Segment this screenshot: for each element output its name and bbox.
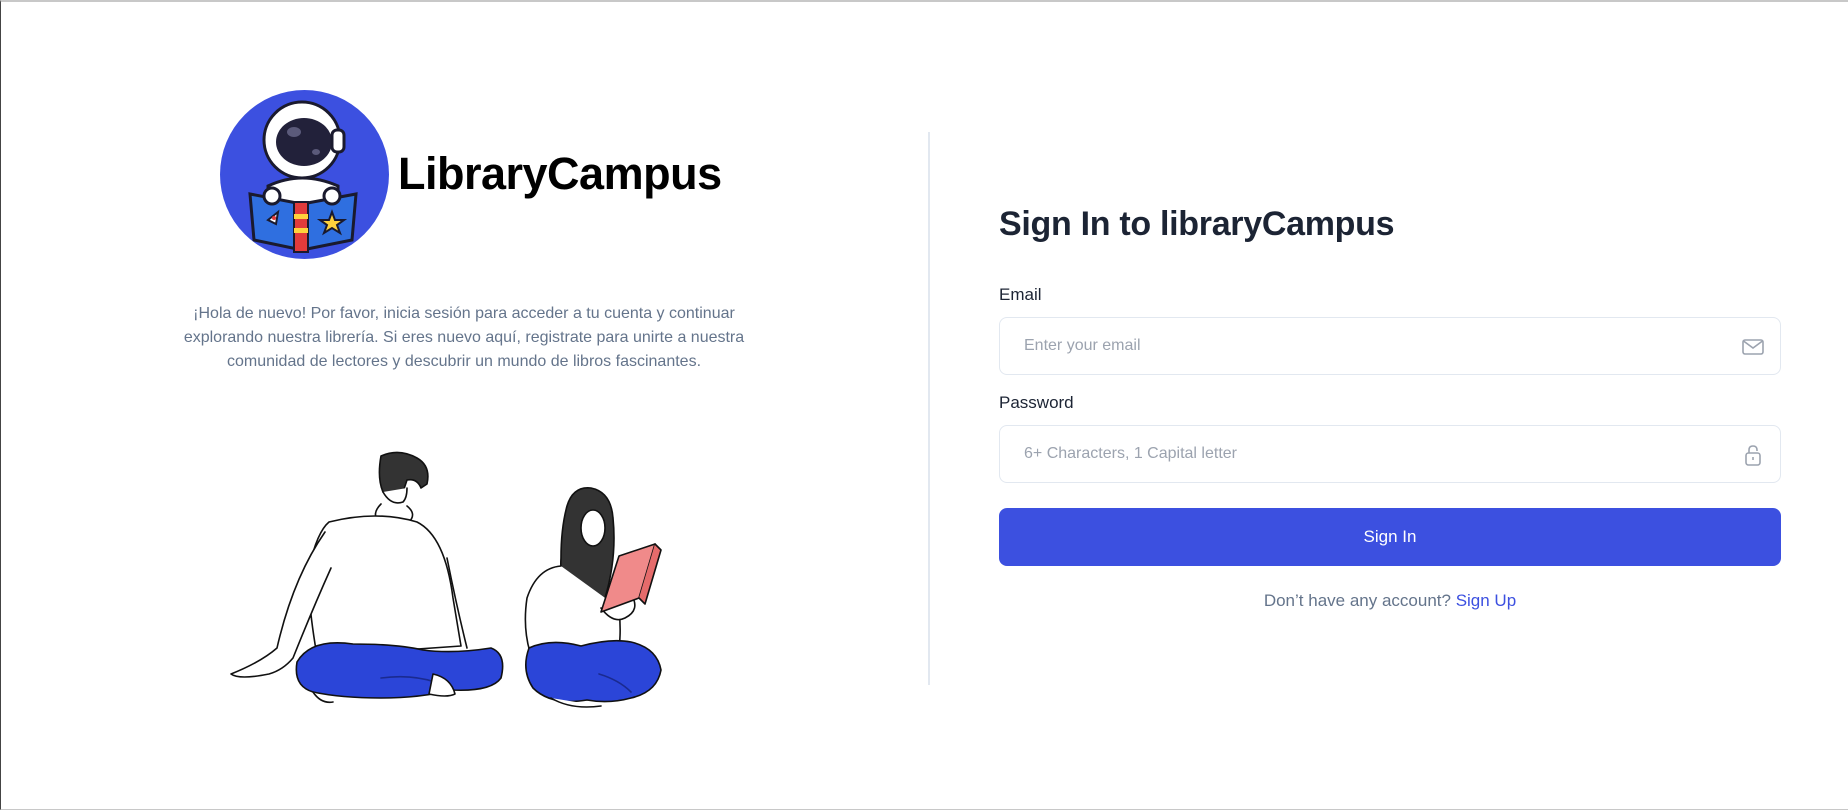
lock-icon [1740,442,1766,468]
form-title: Sign In to libraryCampus [999,205,1395,243]
astronaut-reading-book-icon [220,90,389,259]
page-frame: LibraryCampus ¡Hola de nuevo! Por favor,… [0,0,1848,810]
email-label: Email [999,285,1042,304]
email-field[interactable] [1000,318,1780,374]
signup-prompt-row: Don’t have any account? Sign Up [999,591,1781,611]
intro-text: ¡Hola de nuevo! Por favor, inicia sesión… [183,305,745,370]
panel-divider [928,132,930,685]
sign-in-button[interactable]: Sign In [999,508,1781,566]
signup-prompt-text: Don’t have any account? [1263,591,1451,610]
password-label: Password [999,393,1074,412]
sign-up-link[interactable]: Sign Up [1456,591,1516,610]
password-field-wrapper [999,425,1781,483]
brand-header: LibraryCampus [220,90,722,259]
email-field-wrapper [999,317,1781,375]
envelope-icon [1740,334,1766,360]
brand-name: LibraryCampus [398,147,722,199]
people-reading-illustration [221,448,721,718]
password-field[interactable] [1000,426,1780,482]
